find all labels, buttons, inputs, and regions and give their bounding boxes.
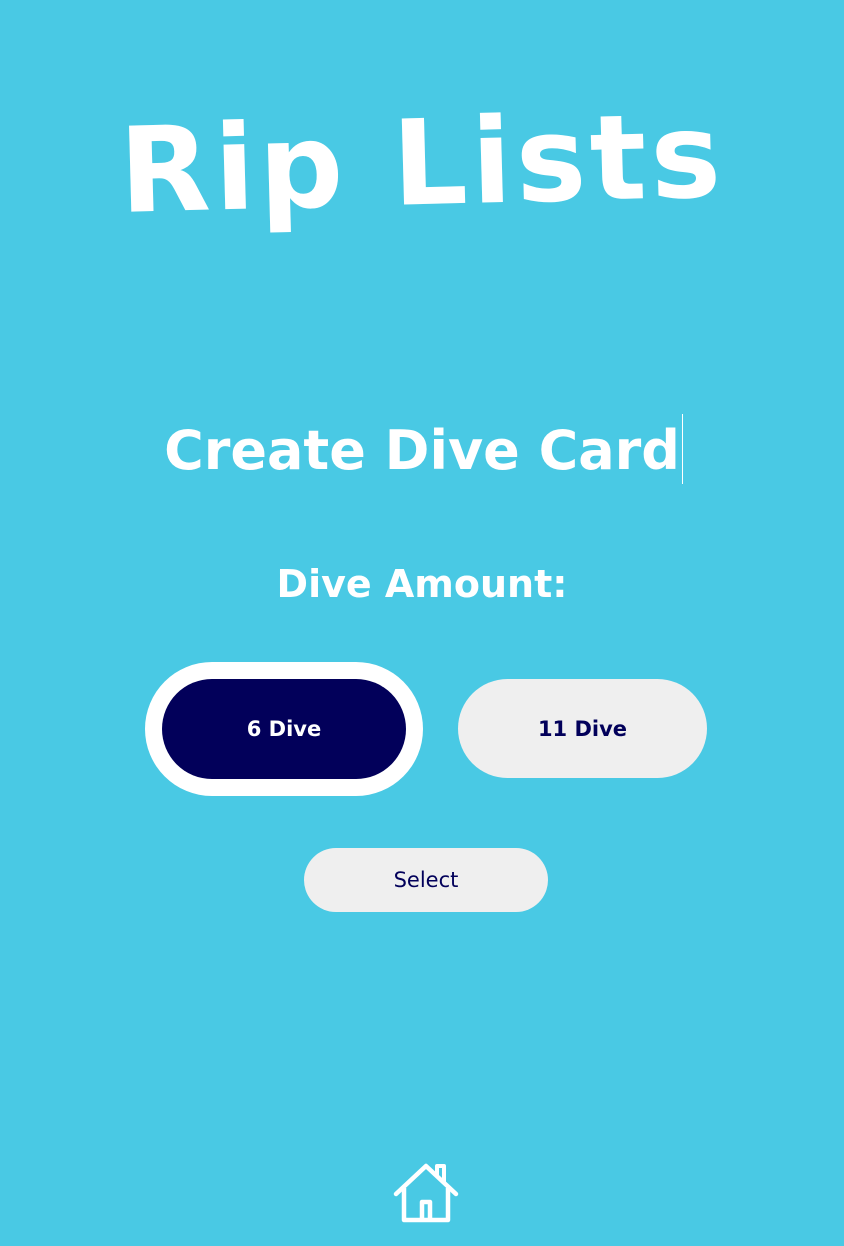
text-caret [681,414,683,484]
page-title-text: Create Dive Card [164,419,680,482]
option-6-dive-label: 6 Dive [246,717,322,741]
home-icon[interactable] [392,1162,460,1224]
page-title: Create Dive Card [0,414,844,484]
select-button[interactable]: Select [304,848,548,912]
app-logo: Rip Lists [117,86,727,240]
select-button-label: Select [393,868,459,892]
page-title-wrap: Create Dive Card [164,414,683,484]
option-6-dive-button[interactable]: 6 Dive [145,662,423,796]
option-11-dive-button[interactable]: 11 Dive [458,679,707,778]
option-11-dive-label: 11 Dive [537,716,628,741]
home-icon-svg [393,1163,459,1223]
option-6-dive-inner[interactable]: 6 Dive [162,679,406,779]
dive-amount-label: Dive Amount: [276,562,568,606]
